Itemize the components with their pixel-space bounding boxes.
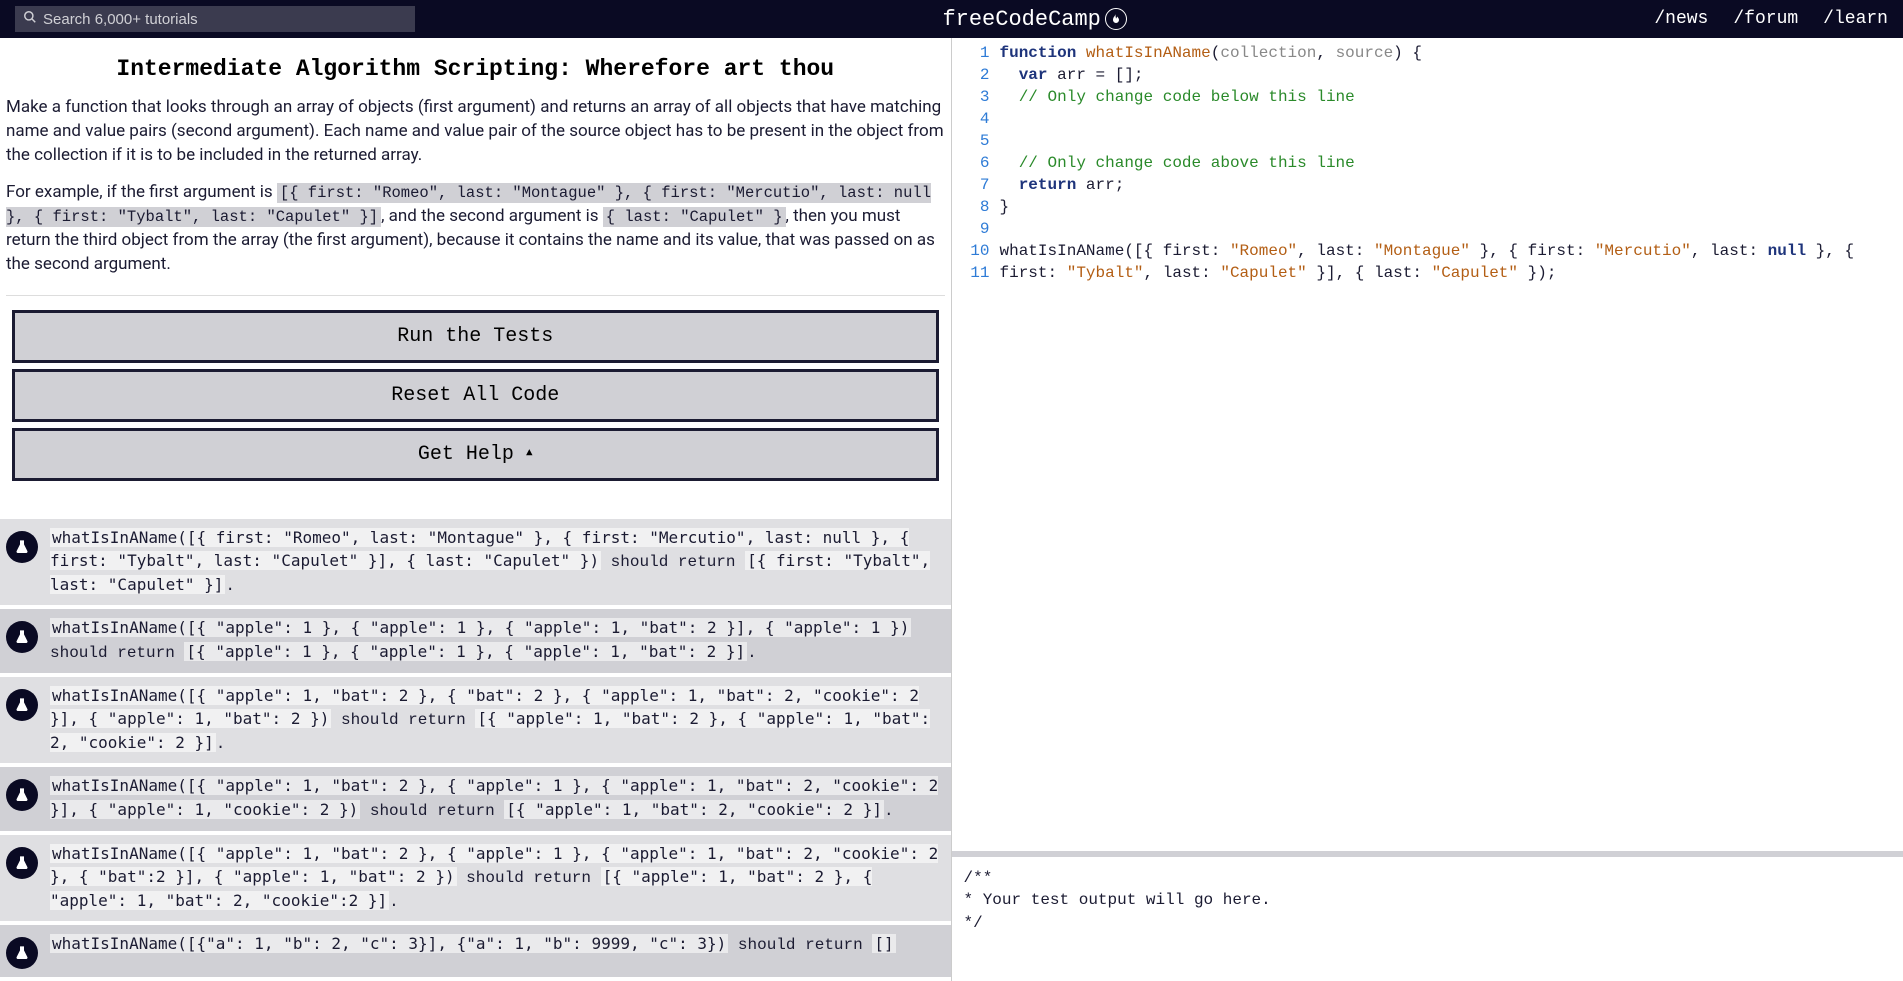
logo[interactable]: freeCodeCamp	[942, 7, 1126, 32]
get-help-button[interactable]: Get Help ▲	[12, 428, 939, 481]
test-text: whatIsInAName([{"a": 1, "b": 2, "c": 3}]…	[50, 933, 896, 957]
test-row: whatIsInAName([{ "apple": 1 }, { "apple"…	[0, 609, 951, 672]
test-text: whatIsInAName([{ first: "Romeo", last: "…	[50, 527, 941, 598]
description-panel[interactable]: Intermediate Algorithm Scripting: Wheref…	[0, 38, 952, 981]
flask-icon	[6, 937, 38, 969]
flask-icon	[6, 779, 38, 811]
test-text: whatIsInAName([{ "apple": 1, "bat": 2 },…	[50, 775, 941, 822]
test-list: whatIsInAName([{ first: "Romeo", last: "…	[0, 519, 951, 978]
flask-icon	[6, 689, 38, 721]
test-row: whatIsInAName([{ "apple": 1, "bat": 2 },…	[0, 767, 951, 830]
nav-forum[interactable]: /forum	[1733, 9, 1798, 29]
code-editor[interactable]: 1234567891011 function whatIsInAName(col…	[952, 38, 1903, 851]
challenge-paragraph: Make a function that looks through an ar…	[6, 96, 945, 167]
output-panel: /** * Your test output will go here. */	[952, 851, 1903, 981]
nav-news[interactable]: /news	[1654, 9, 1708, 29]
test-row: whatIsInAName([{ "apple": 1, "bat": 2 },…	[0, 677, 951, 764]
challenge-title: Intermediate Algorithm Scripting: Wheref…	[6, 56, 945, 82]
fire-icon	[1105, 8, 1127, 30]
nav-learn[interactable]: /learn	[1823, 9, 1888, 29]
test-row: whatIsInAName([{"a": 1, "b": 2, "c": 3}]…	[0, 925, 951, 977]
search-container[interactable]	[15, 6, 415, 32]
test-text: whatIsInAName([{ "apple": 1 }, { "apple"…	[50, 617, 941, 664]
search-input[interactable]	[43, 11, 407, 28]
run-tests-button[interactable]: Run the Tests	[12, 310, 939, 363]
caret-up-icon: ▲	[526, 447, 533, 459]
flask-icon	[6, 621, 38, 653]
reset-code-button[interactable]: Reset All Code	[12, 369, 939, 422]
code-area[interactable]: function whatIsInAName(collection, sourc…	[1000, 42, 1903, 851]
navbar: freeCodeCamp /news /forum /learn	[0, 0, 1903, 38]
search-icon	[23, 10, 37, 28]
test-text: whatIsInAName([{ "apple": 1, "bat": 2 },…	[50, 843, 941, 914]
test-row: whatIsInAName([{ first: "Romeo", last: "…	[0, 519, 951, 606]
flask-icon	[6, 847, 38, 879]
line-gutter: 1234567891011	[952, 42, 1000, 851]
code-sample: { last: "Capulet" }	[603, 207, 786, 227]
test-text: whatIsInAName([{ "apple": 1, "bat": 2 },…	[50, 685, 941, 756]
divider	[6, 295, 945, 296]
test-row: whatIsInAName([{ "apple": 1, "bat": 2 },…	[0, 835, 951, 922]
flask-icon	[6, 531, 38, 563]
challenge-example: For example, if the first argument is [{…	[6, 181, 945, 276]
